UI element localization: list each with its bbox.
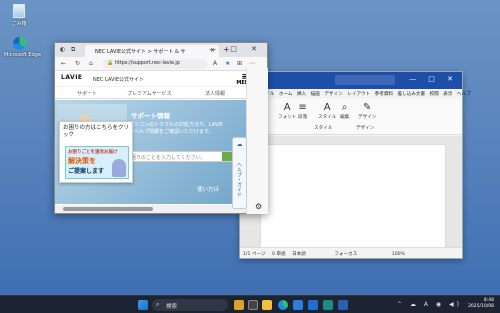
ribbon-paragraph[interactable]: ≡ 段落 (298, 102, 307, 120)
page-horizontal-scrollbar[interactable] (55, 205, 259, 213)
desktop-icon-label: Microsoft Edge (4, 52, 41, 58)
menu-insert[interactable]: 挿入 (297, 92, 306, 97)
help-popup[interactable]: お困りの方はこちらをクリック お困りごとを速攻お届け 解決策を ご提案します (59, 121, 133, 183)
favorite-star-icon[interactable]: ★ (225, 60, 230, 67)
magnifier-icon: ⌕ (341, 102, 348, 113)
settings-gear-icon[interactable]: ⚙ (255, 202, 262, 211)
word-window-controls[interactable]: — □ ✕ (409, 75, 458, 83)
menu-draw[interactable]: 描画 (311, 92, 320, 97)
hero-title: サポート情報 (131, 112, 170, 120)
browser-tab[interactable]: NEC LAVIE公式サイト > サポート & サ ✕ (85, 45, 219, 57)
home-icon[interactable]: ⌂ (89, 60, 93, 67)
edge-taskbar-icon[interactable] (278, 300, 288, 310)
ribbon-style[interactable]: A スタイル (318, 102, 336, 120)
nav-corporate[interactable]: 法人情報 (205, 90, 225, 97)
font-icon: A (283, 102, 291, 113)
nav-premium[interactable]: プレミアムサービス (127, 90, 172, 97)
site-header: LAVIE NEC LAVIE公式サイト ≡ MENU (55, 71, 259, 87)
scroll-thumb[interactable] (63, 207, 153, 211)
status-words: 0 単語 (272, 252, 286, 257)
ribbon-group-style: スタイル (314, 126, 333, 131)
lock-icon: 🔒 (107, 60, 114, 66)
webpage: LAVIE NEC LAVIE公式サイト ≡ MENU サポート プレミアムサー… (55, 71, 259, 213)
word-taskbar-icon[interactable] (338, 300, 348, 310)
outlook-icon[interactable] (308, 300, 318, 310)
edge-icon (12, 37, 26, 50)
system-tray[interactable]: ⌃ ☁ A ◉ ◀) (397, 301, 462, 308)
word-menu-bar: ファイル ホーム 挿入 描画 デザイン レイアウト 参考資料 差し込み文書 校閲… (240, 89, 471, 99)
edge-tab-strip: ◐ ⧉ NEC LAVIE公式サイト > サポート & サ ✕ + — □ ✕ (55, 43, 267, 57)
status-zoom[interactable]: 100% (392, 252, 405, 257)
menu-design[interactable]: デザイン (324, 92, 342, 97)
word-document-area (240, 136, 462, 248)
status-lang: 日本語 (292, 252, 306, 257)
menu-references[interactable]: 参考資料 (375, 92, 393, 97)
status-focus[interactable]: フォーカス (334, 252, 357, 257)
url-input[interactable]: 🔒 https://support.nec-lavie.jp (103, 59, 207, 69)
refresh-icon[interactable]: ↻ (75, 60, 80, 67)
edge-sidebar (246, 68, 268, 214)
ribbon-design[interactable]: ✎ デザイン (358, 102, 376, 120)
status-page: 1/1 ページ (243, 252, 266, 257)
menu-mailings[interactable]: 差し込み文書 (398, 92, 426, 97)
copilot-icon[interactable] (234, 300, 244, 310)
site-nav: サポート プレミアムサービス 法人情報 (55, 87, 259, 99)
taskbar-search[interactable]: ⌕ 検索 (152, 299, 228, 311)
more-icon[interactable]: ⋯ (249, 60, 255, 67)
support-search-input[interactable]: お困りのことを入力してください。 (115, 151, 235, 162)
start-icon[interactable] (138, 300, 148, 310)
hero-text: パソコンのトラブルの対処方法や、LAVIEのヘルプ情報をご確認いただけます。 (129, 122, 223, 135)
lavie-logo[interactable]: LAVIE (61, 74, 89, 83)
desktop-icon-label: ごみ箱 (11, 21, 27, 27)
edge-window-controls[interactable]: — □ ✕ (209, 45, 263, 53)
menu-review[interactable]: 校閲 (430, 92, 439, 97)
read-aloud-icon[interactable]: A (213, 60, 217, 67)
desktop-icon-recycle-bin[interactable]: ごみ箱 (4, 4, 34, 27)
search-icon: ⌕ (156, 301, 160, 308)
desktop-icon-edge[interactable]: Microsoft Edge (4, 37, 41, 58)
file-explorer-icon[interactable] (262, 300, 272, 310)
menu-view[interactable]: 表示 (443, 92, 452, 97)
word-search-box[interactable] (335, 75, 395, 85)
edge-address-bar: ← ↻ ⌂ 🔒 https://support.nec-lavie.jp A ★… (55, 57, 267, 71)
site-subtitle: NEC LAVIE公式サイト (93, 77, 145, 83)
collections-icon[interactable]: ⊞ (237, 60, 242, 67)
ribbon-edit[interactable]: ⌕ 編集 (340, 102, 349, 120)
nav-support[interactable]: サポート (77, 90, 97, 97)
profile-icon[interactable]: ◐ (60, 46, 65, 53)
word-ribbon: A フォント ≡ 段落 A スタイル ⌕ 編集 ✎ デザイン スタイル デザイン (240, 99, 462, 135)
help-guide-button[interactable]: ☁ ヘルプ・ガイド (232, 137, 247, 209)
recycle-bin-icon (13, 4, 25, 18)
chat-icon: ☁ (236, 141, 243, 148)
menu-help[interactable]: ヘルプ (457, 92, 471, 97)
word-window[interactable]: W — □ ✕ ファイル ホーム 挿入 描画 デザイン レイアウト 参考資料 差… (239, 71, 471, 259)
store-icon[interactable] (293, 300, 303, 310)
word-status-bar: 1/1 ページ 0 単語 日本語 フォーカス 100% (240, 247, 462, 258)
back-icon[interactable]: ← (61, 60, 66, 67)
menu-layout[interactable]: レイアウト (347, 92, 370, 97)
word-page[interactable] (260, 144, 446, 248)
help-ad-banner[interactable]: お困りごとを速攻お届け 解決策を ご提案します (65, 146, 129, 179)
style-icon: A (323, 102, 331, 113)
clock[interactable]: 8:48 2025/10/08 (468, 298, 494, 310)
tab-actions-icon[interactable]: ⧉ (71, 46, 75, 54)
usage-link[interactable]: 使い方ほ (197, 185, 219, 193)
word-title-bar[interactable]: W — □ ✕ (240, 72, 462, 89)
tab-title: NEC LAVIE公式サイト > サポート & サ (95, 49, 186, 55)
paragraph-icon: ≡ (298, 102, 307, 113)
support-person-illustration (112, 159, 126, 177)
task-view-icon[interactable] (248, 300, 258, 310)
ribbon-font[interactable]: A フォント (278, 102, 296, 120)
app-icon[interactable] (323, 300, 333, 310)
designer-icon: ✎ (363, 102, 372, 113)
ribbon-group-design: デザイン (356, 126, 375, 131)
popup-title: お困りの方はこちらをクリック (63, 125, 130, 138)
taskbar: ⌕ 検索 ⌃ ☁ A ◉ ◀) 8:48 2025/10/08 (0, 295, 500, 313)
menu-home[interactable]: ホーム (279, 92, 293, 97)
